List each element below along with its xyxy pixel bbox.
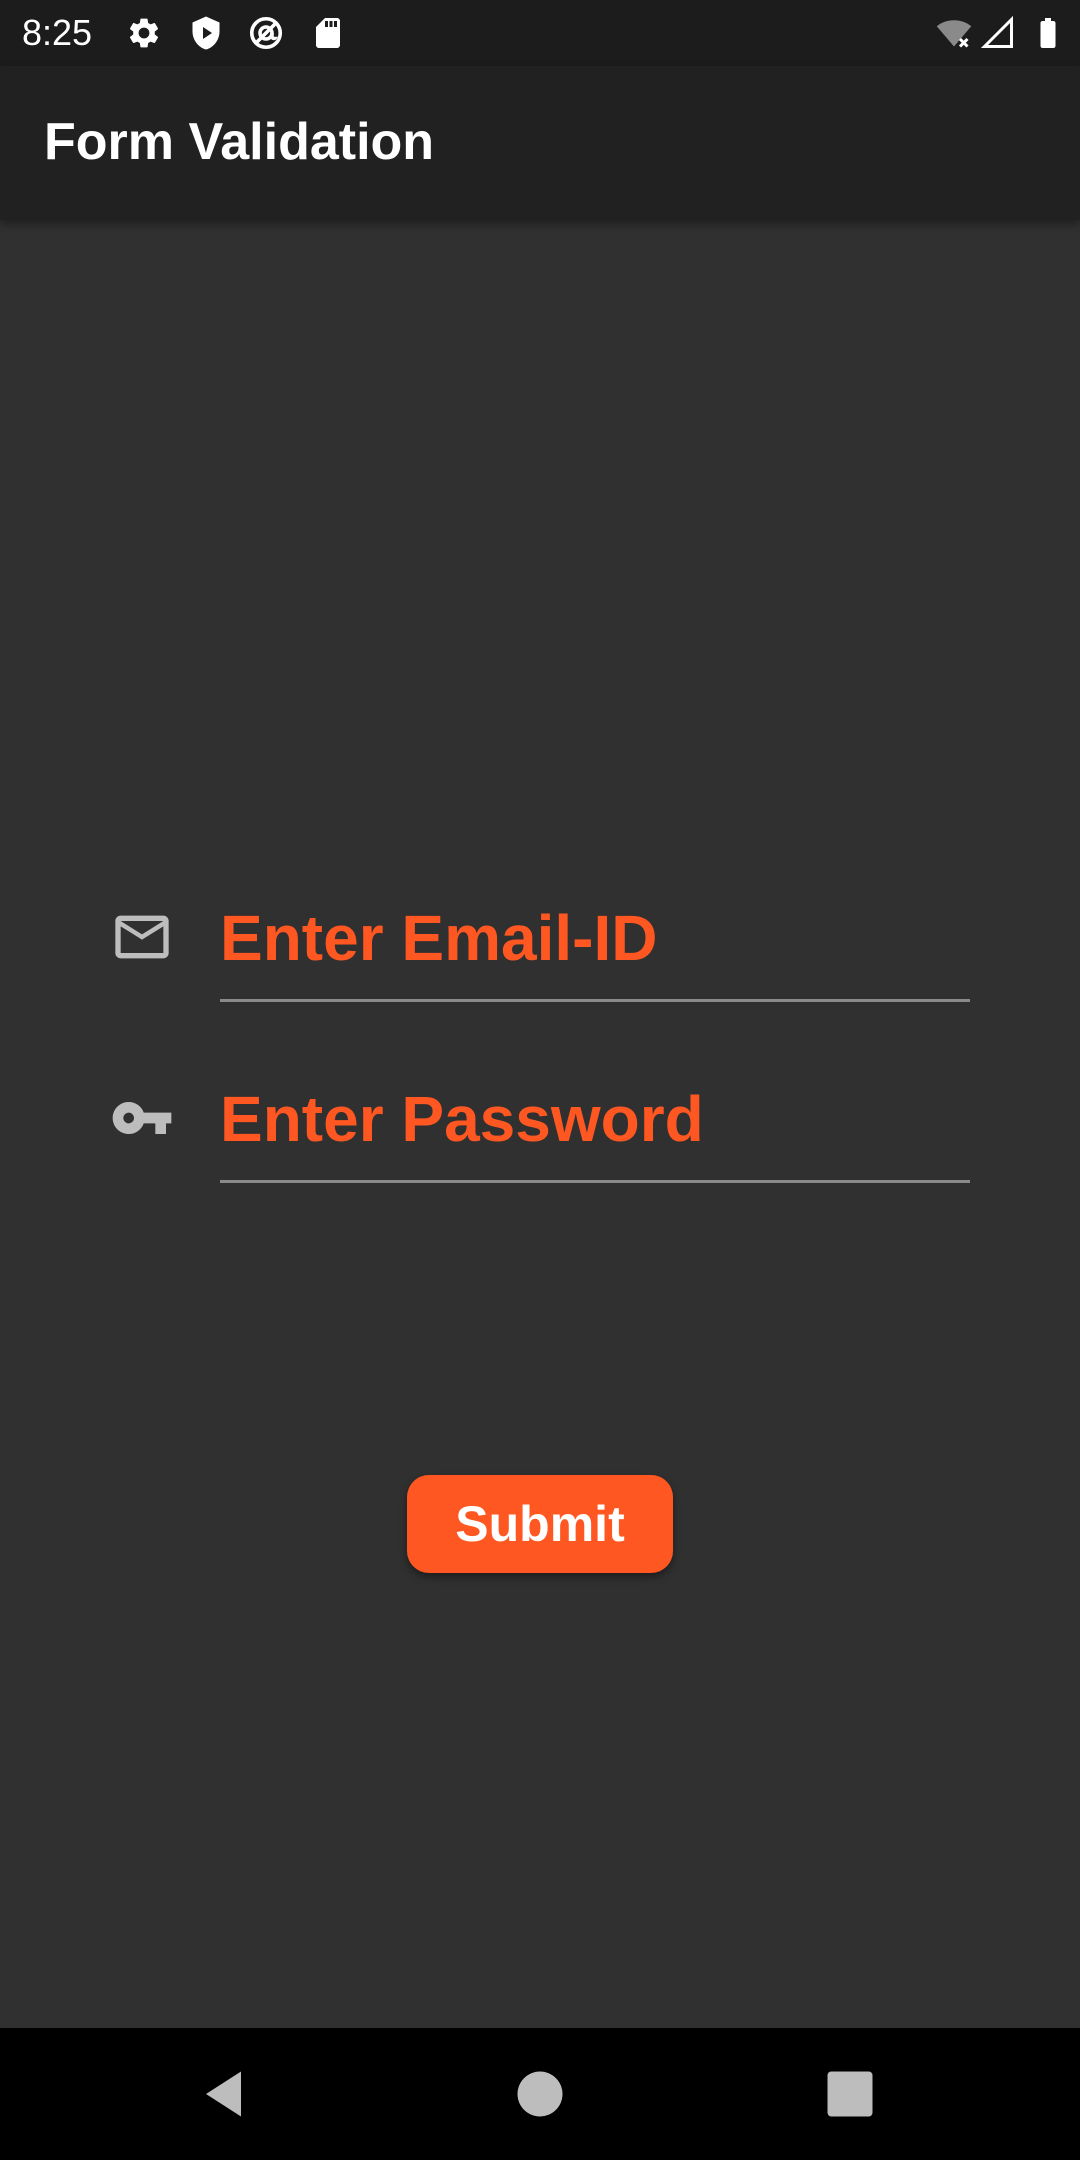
email-field-row (0, 860, 1080, 1010)
page-title: Form Validation (44, 113, 435, 171)
email-underline (220, 999, 970, 1002)
password-field[interactable] (220, 1071, 970, 1167)
wifi-off-icon (936, 15, 972, 51)
password-field-row (0, 1041, 1080, 1191)
mail-icon (110, 905, 174, 969)
submit-button[interactable]: Submit (407, 1475, 673, 1573)
status-time: 8:25 (22, 12, 93, 53)
sd-card-icon (310, 15, 346, 51)
at-sign-icon (248, 15, 284, 51)
home-icon[interactable] (510, 2064, 570, 2124)
battery-icon (1030, 15, 1066, 51)
gear-icon (126, 15, 162, 51)
shield-play-icon (188, 15, 224, 51)
password-underline (220, 1180, 970, 1183)
app-bar: Form Validation (0, 66, 1080, 220)
back-icon[interactable] (196, 2064, 256, 2124)
status-bar: 8:25 (0, 0, 1080, 66)
system-nav-bar (0, 2028, 1080, 2160)
cell-signal-icon (980, 15, 1016, 51)
email-field[interactable] (220, 890, 970, 986)
form-content: Submit (0, 220, 1080, 2028)
key-icon (110, 1086, 174, 1150)
recents-icon[interactable] (820, 2064, 880, 2124)
